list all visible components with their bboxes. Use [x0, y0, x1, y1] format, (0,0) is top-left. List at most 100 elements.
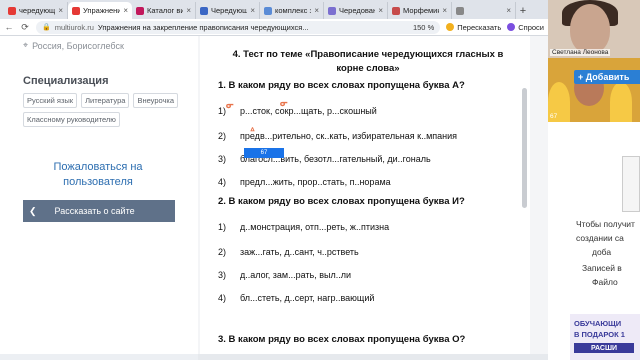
pen-mark: ᐞ — [250, 126, 255, 136]
location: ⌖ Россия, Борисоглебск — [23, 40, 181, 51]
browser-tab[interactable]: × — [452, 2, 516, 19]
browser-tab[interactable]: Каталог видео× — [132, 2, 196, 19]
promo-banner[interactable]: ОБУЧАЮЩИ В ПОДАРОК 1 РАСШИ — [570, 314, 640, 360]
pen-mark: ᓂ — [226, 100, 234, 110]
close-tab-icon[interactable]: × — [58, 6, 63, 15]
close-tab-icon[interactable]: × — [442, 6, 447, 15]
answer-option: 2) заж...гать, д..сант, ч..рстветь — [218, 247, 359, 257]
add-button[interactable]: + Добавить — [574, 70, 640, 84]
location-text: Россия, Борисоглебск — [32, 40, 124, 51]
retell-icon — [446, 23, 455, 31]
retell-button[interactable]: Пересказать — [446, 23, 501, 32]
url-host: multiurok.ru — [54, 22, 94, 32]
document-page: 4. Тест по теме «Правописание чередующих… — [200, 36, 530, 356]
close-tab-icon[interactable]: × — [378, 6, 383, 15]
tab-label: Морфемика и — [403, 6, 439, 15]
answer-option: 4) предл...жить, прор..стать, п..норама — [218, 177, 391, 187]
answer-option: 4) бл...стеть, д..серт, нагр..вающий — [218, 293, 374, 303]
pen-mark: ᓂ — [280, 98, 288, 108]
promo-line-1: ОБУЧАЮЩИ — [574, 319, 622, 328]
reload-icon[interactable]: ⟳ — [20, 22, 30, 33]
browser-tab[interactable]: Чередующие× — [196, 2, 260, 19]
video-tile-student: 67 — [548, 58, 640, 122]
option-number: 1) — [218, 222, 227, 232]
globe-icon — [456, 6, 464, 15]
option-text: предв...рительно, ск..кать, избирательна… — [240, 131, 458, 141]
close-tab-icon[interactable]: × — [123, 6, 128, 15]
answer-option: 1) д..монстрация, отп...реть, ж..птизна — [218, 222, 389, 232]
retell-label: Пересказать — [457, 22, 502, 32]
browser-tab[interactable]: комплекс зада× — [260, 2, 324, 19]
back-icon[interactable]: ← — [4, 22, 14, 32]
side-text-line: Файло — [592, 277, 618, 287]
doc-icon — [264, 6, 272, 15]
rutube-icon — [136, 6, 144, 15]
close-tab-icon[interactable]: × — [186, 6, 191, 15]
ask-label: Спроси — [518, 22, 544, 32]
lock-icon: 🔒 — [42, 24, 51, 31]
school-icon — [392, 6, 400, 15]
close-tab-icon[interactable]: × — [250, 6, 255, 15]
share-icon: ❮ — [29, 205, 37, 216]
option-number: 3) — [218, 270, 227, 280]
tab-label: Каталог видео — [147, 6, 183, 15]
browser-tab[interactable]: чередующиес× — [4, 2, 68, 19]
youtube-icon — [8, 6, 16, 15]
background-flame — [610, 82, 632, 122]
side-text-line: создании са — [576, 233, 624, 243]
specialization-tag[interactable]: Русский язык — [23, 93, 78, 108]
side-text-line: Чтобы получит — [576, 219, 635, 229]
tab-label: Чередование — [339, 6, 375, 15]
screen: чередующиес×Упражнения×Каталог видео×Чер… — [0, 0, 640, 360]
promo-line-3: РАСШИ — [574, 343, 634, 353]
close-tab-icon[interactable]: × — [506, 6, 511, 15]
profile-sidebar: ⌖ Россия, Борисоглебск Специализация Рус… — [0, 36, 198, 360]
tab-label: Упражнения — [83, 6, 121, 15]
answer-option: 1) р...сток, сокр...щать, р...скошный — [218, 106, 377, 116]
page-badge: 67 — [244, 148, 284, 158]
page-title: Упражнения на закрепление правописания ч… — [97, 22, 309, 32]
close-tab-icon[interactable]: × — [314, 6, 319, 15]
address-bar: ← ⟳ 🔒 multiurok.ru Упражнения на закрепл… — [0, 19, 548, 36]
specialization-tag[interactable]: Внеурочка — [133, 93, 179, 108]
new-tab-icon[interactable]: + — [516, 2, 530, 19]
url-field[interactable]: 🔒 multiurok.ru Упражнения на закрепление… — [36, 20, 441, 34]
option-text: р...сток, сокр...щать, р...скошный — [240, 106, 377, 116]
option-text: бл...стеть, д..серт, нагр..вающий — [240, 293, 375, 303]
person-face — [570, 4, 610, 54]
tab-label: чередующиес — [19, 6, 56, 15]
side-text-line: доба — [592, 247, 612, 257]
specialization-title: Специализация — [23, 75, 109, 87]
document-thumbnail[interactable] — [622, 156, 640, 212]
share-button[interactable]: ❮ Рассказать о сайте — [23, 200, 175, 222]
option-number: 4) — [218, 293, 227, 303]
specialization-tags: Русский язык Литература Внеурочка Классному… — [23, 93, 181, 127]
side-text-line: Записей в — [582, 263, 622, 273]
option-number: 3) — [218, 154, 227, 164]
sidebar-footer-strip — [0, 354, 198, 360]
browser-tab[interactable]: Упражнения× — [68, 2, 132, 19]
zoom-level[interactable]: 150 % — [413, 23, 434, 32]
specialization-tag[interactable]: Литература — [81, 93, 130, 108]
tab-label: Чередующие — [211, 6, 247, 15]
question-heading: 3. В каком ряду во всех словах пропущена… — [218, 334, 466, 345]
right-panel: Светлана Леонова 67 + Добавить Чтобы пол… — [548, 0, 640, 360]
option-number: 4) — [218, 177, 227, 187]
option-text: д..алог, зам...рать, выл..ли — [240, 270, 352, 280]
specialization-tag[interactable]: Классному руководителю — [23, 112, 120, 127]
document-scrollbar[interactable] — [522, 88, 527, 208]
option-number: 2) — [218, 247, 227, 257]
browser-tab[interactable]: Морфемика и× — [388, 2, 452, 19]
tab-label: комплекс зада — [275, 6, 311, 15]
youtube-icon — [72, 6, 80, 15]
participant-number: 67 — [550, 113, 558, 120]
browser-tab[interactable]: Чередование× — [324, 2, 388, 19]
ask-button[interactable]: Спроси — [507, 23, 544, 32]
share-label: Рассказать о сайте — [54, 206, 135, 216]
video-tile-teacher: Светлана Леонова — [548, 0, 640, 58]
multiurok-icon — [200, 6, 208, 15]
complain-link[interactable]: Пожаловаться на пользователя — [23, 160, 173, 190]
ask-icon — [507, 23, 516, 31]
location-pin-icon: ⌖ — [23, 40, 29, 50]
browser-tab-bar: чередующиес×Упражнения×Каталог видео×Чер… — [0, 0, 548, 19]
